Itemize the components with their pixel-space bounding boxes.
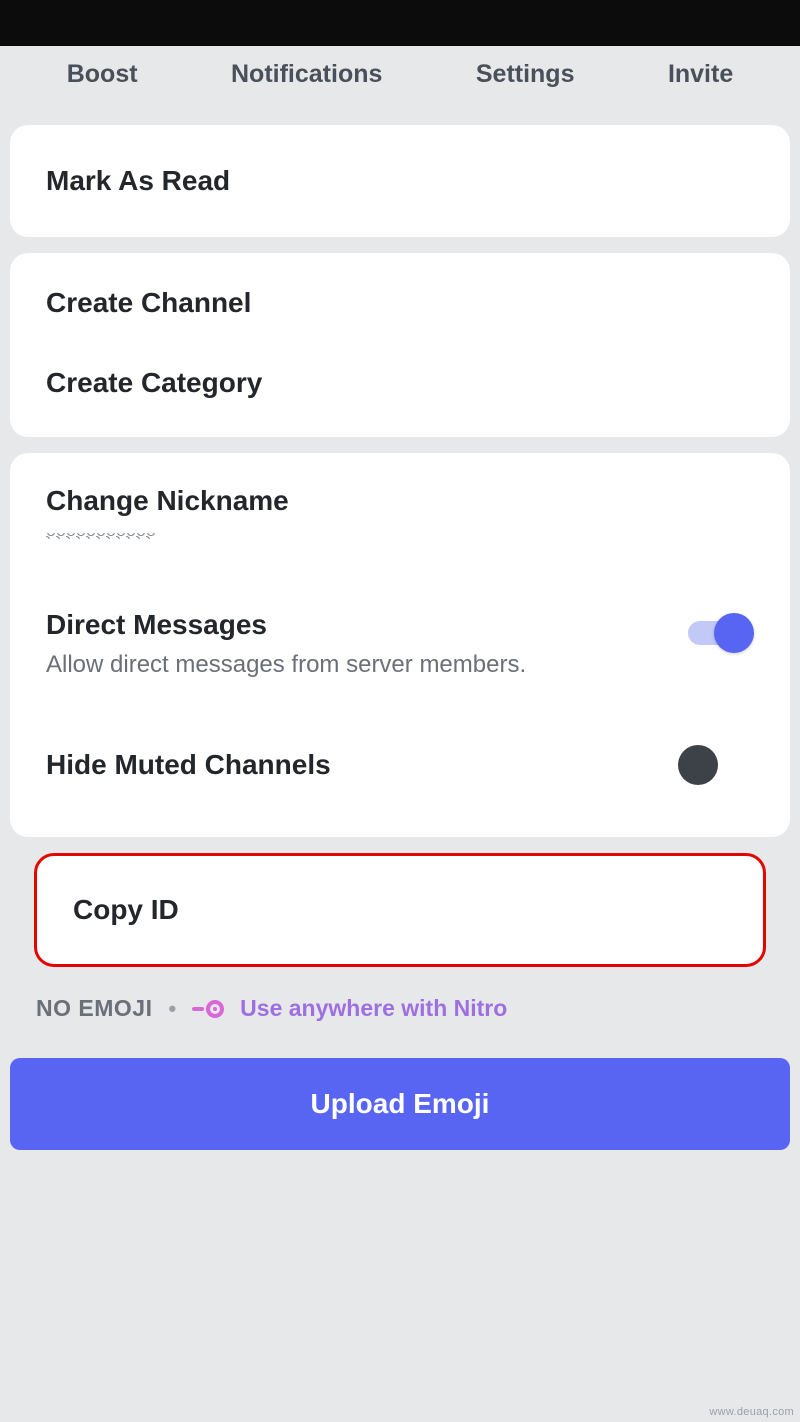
create-card: Create Channel Create Category xyxy=(10,253,790,437)
toggle-knob-icon xyxy=(714,613,754,653)
hide-muted-row[interactable]: Hide Muted Channels xyxy=(10,679,790,837)
direct-messages-title: Direct Messages xyxy=(46,609,688,641)
change-nickname-row[interactable]: Change Nickname xyxy=(10,453,790,549)
settings-card: Change Nickname Direct Messages Allow di… xyxy=(10,453,790,837)
emoji-nitro-line: NO EMOJI • Use anywhere with Nitro xyxy=(0,983,800,1042)
upload-emoji-button[interactable]: Upload Emoji xyxy=(10,1058,790,1150)
create-category-row[interactable]: Create Category xyxy=(10,343,790,437)
direct-messages-toggle[interactable] xyxy=(688,613,754,653)
tab-boost[interactable]: Boost xyxy=(67,60,138,89)
separator-dot-icon: • xyxy=(168,996,176,1022)
no-emoji-label: NO EMOJI xyxy=(36,995,152,1022)
watermark-text: www.deuaq.com xyxy=(709,1406,794,1418)
direct-messages-desc: Allow direct messages from server member… xyxy=(46,651,688,679)
hide-muted-toggle[interactable] xyxy=(678,745,718,785)
hide-muted-title: Hide Muted Channels xyxy=(46,749,678,781)
mark-read-card: Mark As Read xyxy=(10,125,790,237)
copy-id-row[interactable]: Copy ID xyxy=(34,853,766,967)
nickname-underline-icon xyxy=(46,533,156,539)
direct-messages-row[interactable]: Direct Messages Allow direct messages fr… xyxy=(10,549,790,679)
tab-notifications[interactable]: Notifications xyxy=(231,60,382,89)
create-channel-row[interactable]: Create Channel xyxy=(10,253,790,343)
nitro-icon xyxy=(192,1000,224,1018)
tab-invite[interactable]: Invite xyxy=(668,60,733,89)
server-action-tabs: Boost Notifications Settings Invite xyxy=(0,46,800,109)
mark-as-read-row[interactable]: Mark As Read xyxy=(10,125,790,237)
change-nickname-label: Change Nickname xyxy=(46,485,754,517)
tab-settings[interactable]: Settings xyxy=(476,60,575,89)
nitro-promo-link[interactable]: Use anywhere with Nitro xyxy=(240,995,507,1022)
status-bar xyxy=(0,0,800,46)
